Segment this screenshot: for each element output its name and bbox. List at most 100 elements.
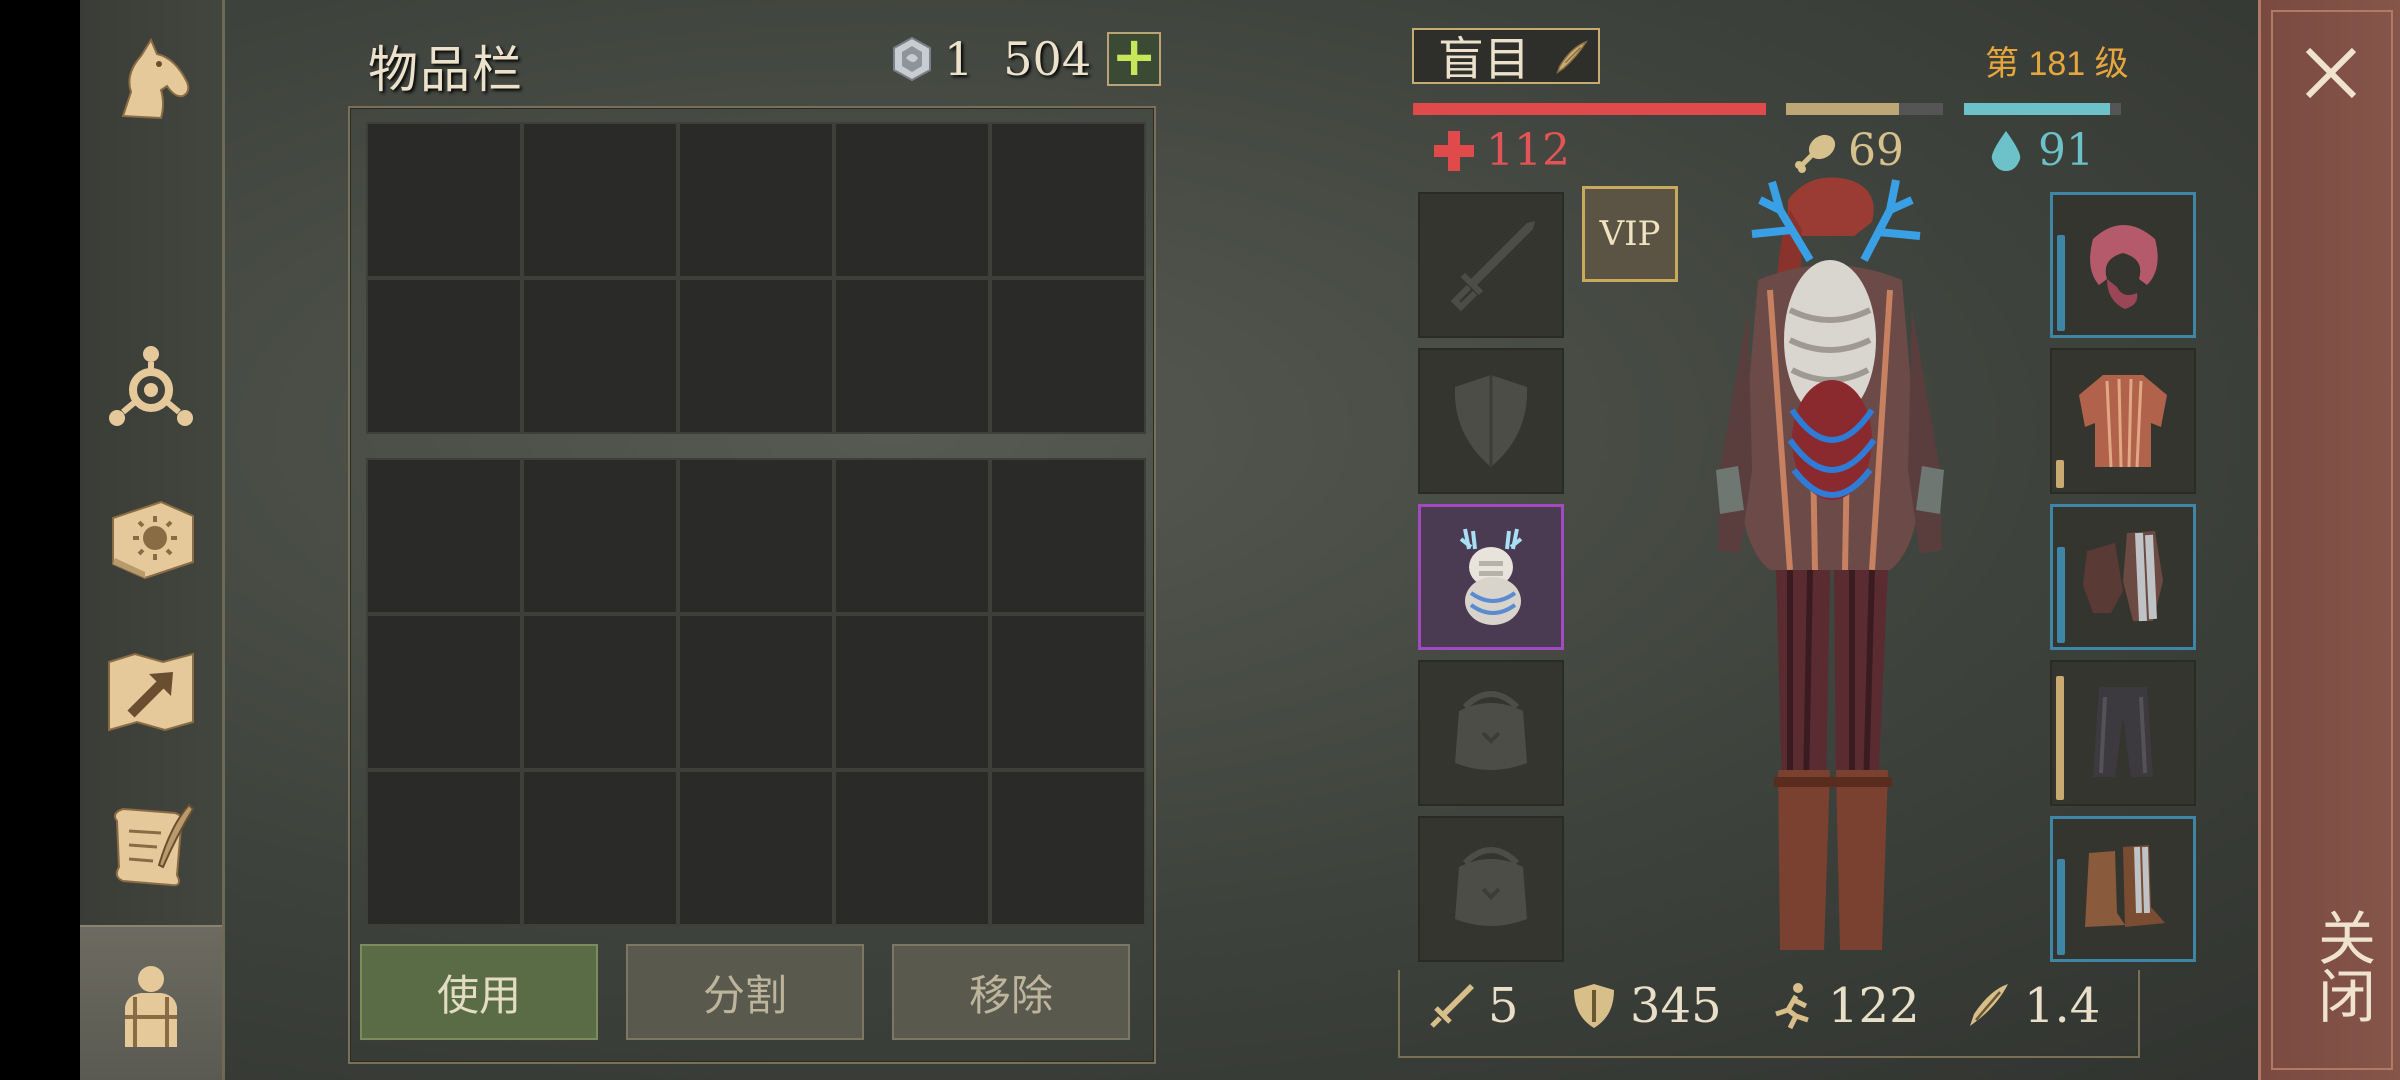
add-currency-button[interactable]: +: [1107, 25, 1162, 88]
inventory-slot[interactable]: [366, 614, 522, 770]
inventory-slot[interactable]: [678, 122, 834, 278]
shield-placeholder-icon: [1454, 375, 1528, 467]
inventory-slot[interactable]: [678, 770, 834, 926]
speed-value: 122: [1828, 978, 1920, 1034]
health-cross-icon: [1434, 130, 1474, 171]
weight-feather-icon: [1970, 984, 2008, 1026]
character-name: 盲目: [1438, 33, 1530, 85]
inventory-slot[interactable]: [834, 458, 990, 614]
attack-value: 5: [1488, 978, 1519, 1034]
food-value: 69: [1848, 125, 1904, 176]
inventory-slot[interactable]: [834, 770, 990, 926]
inventory-slot[interactable]: [366, 458, 522, 614]
equip-slot-legs[interactable]: [2050, 660, 2196, 806]
equip-slot-backpack[interactable]: [1418, 504, 1564, 650]
quill-edit-icon[interactable]: [1552, 38, 1590, 76]
hood-icon: [2090, 225, 2158, 309]
equip-slot-head[interactable]: [2050, 192, 2196, 338]
character-level: 第 181 级: [1985, 45, 2129, 83]
attack-stat: 5: [1426, 978, 1519, 1034]
nav-quests-button[interactable]: [80, 775, 222, 915]
inventory-slot[interactable]: [990, 278, 1146, 434]
currency-major: 1: [944, 32, 974, 86]
close-icon[interactable]: [2298, 40, 2364, 106]
chainmail-shirt-icon: [2079, 375, 2167, 468]
inventory-slot[interactable]: [678, 278, 834, 434]
inventory-slot[interactable]: [678, 614, 834, 770]
sword-attack-icon: [1430, 984, 1474, 1028]
inventory-slot[interactable]: [834, 278, 990, 434]
speed-stat: 122: [1766, 978, 1920, 1034]
armor-shield-icon: [1574, 984, 1614, 1028]
deer-skull-backpack-icon: [1459, 528, 1523, 625]
health-value: 112: [1486, 125, 1570, 176]
character-name-box[interactable]: 盲目: [1412, 28, 1600, 85]
armor-stat: 345: [1568, 978, 1722, 1034]
water-value: 91: [2038, 125, 2094, 176]
inventory-slot[interactable]: [366, 278, 522, 434]
inventory-slot[interactable]: [678, 458, 834, 614]
water-bar: [1964, 103, 2121, 115]
weight-value: 1.4: [2024, 978, 2101, 1034]
equip-slot-chest[interactable]: [2050, 348, 2196, 494]
scroll-quill-icon: [114, 803, 195, 887]
inventory-screen: 物品栏 1 504 + 使用 分割 移除 盲目 第 181 级 112 69 9…: [80, 0, 2400, 1080]
silver-coin-icon: [893, 36, 931, 82]
map-arrow-icon: [108, 652, 194, 732]
inventory-slot[interactable]: [834, 122, 990, 278]
food-stat: 69: [1792, 125, 1904, 176]
equip-slot-feet[interactable]: [2050, 816, 2196, 962]
equip-slot-shield[interactable]: [1418, 348, 1564, 494]
remove-button[interactable]: 移除: [892, 944, 1130, 1040]
left-nav: [80, 0, 225, 1080]
horse-icon: [121, 37, 190, 120]
gauntlets-icon: [2083, 531, 2163, 622]
inventory-slot[interactable]: [522, 770, 678, 926]
equip-slot-bag-1[interactable]: [1418, 660, 1564, 806]
use-button[interactable]: 使用: [360, 944, 598, 1040]
health-bar: [1413, 103, 1766, 115]
inventory-slot[interactable]: [990, 122, 1146, 278]
equip-slot-weapon[interactable]: [1418, 192, 1564, 338]
equip-slot-hands[interactable]: [2050, 504, 2196, 650]
nav-horse-button[interactable]: [80, 10, 222, 150]
inventory-title: 物品栏: [368, 41, 524, 99]
inventory-slot[interactable]: [990, 458, 1146, 614]
nav-clan-button[interactable]: [80, 318, 222, 458]
water-drop-icon: [1991, 130, 2021, 171]
character-icon: [125, 965, 177, 1047]
character-model: [1716, 177, 1944, 950]
inventory-frame: 使用 分割 移除: [348, 106, 1156, 1064]
nav-skills-button[interactable]: [80, 468, 222, 608]
inventory-slot[interactable]: [366, 770, 522, 926]
currency-display: 1 504 +: [890, 25, 1162, 88]
nav-character-button[interactable]: [80, 925, 222, 1080]
inventory-slot[interactable]: [834, 614, 990, 770]
inventory-slot[interactable]: [522, 278, 678, 434]
armor-value: 345: [1630, 978, 1722, 1034]
water-stat: 91: [1982, 125, 2094, 176]
sun-book-icon: [112, 500, 194, 580]
bag-placeholder-icon: [1455, 847, 1527, 926]
health-stat: 112: [1430, 125, 1570, 176]
weight-stat: 1.4: [1962, 978, 2100, 1034]
meat-leg-icon: [1795, 134, 1836, 173]
currency-minor: 504: [1003, 32, 1092, 86]
inventory-slot[interactable]: [366, 122, 522, 278]
inventory-grid-top: [366, 122, 1146, 434]
boots-icon: [2085, 845, 2165, 927]
split-button[interactable]: 分割: [626, 944, 864, 1040]
inventory-slot[interactable]: [522, 614, 678, 770]
close-label[interactable]: 关闭: [2299, 908, 2383, 1024]
running-icon: [1775, 983, 1809, 1030]
inventory-slot[interactable]: [990, 614, 1146, 770]
bag-placeholder-icon: [1455, 691, 1527, 770]
close-panel[interactable]: 关闭: [2258, 0, 2400, 1080]
inventory-slot[interactable]: [522, 122, 678, 278]
food-bar: [1786, 103, 1943, 115]
plus-icon: +: [1111, 25, 1157, 88]
inventory-slot[interactable]: [990, 770, 1146, 926]
inventory-slot[interactable]: [522, 458, 678, 614]
equip-slot-bag-2[interactable]: [1418, 816, 1564, 962]
nav-map-button[interactable]: [80, 620, 222, 760]
